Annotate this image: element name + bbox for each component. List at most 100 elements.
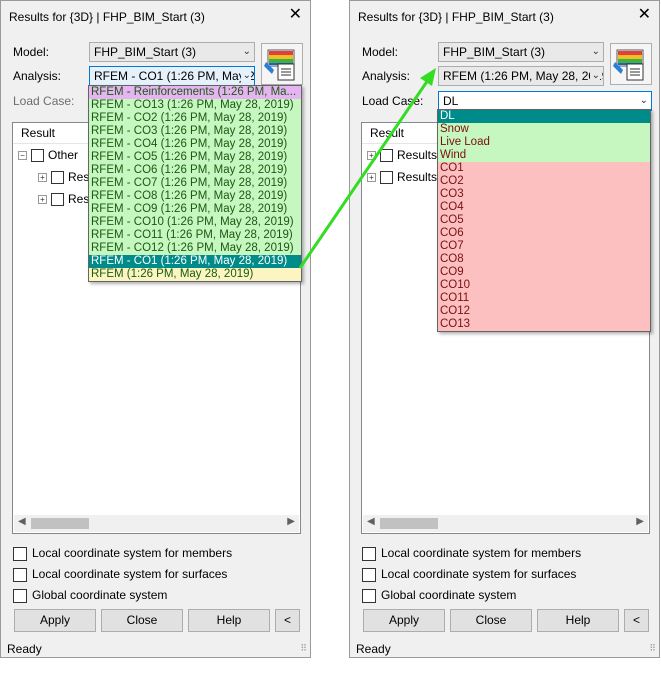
global-checkbox-label: Global coordinate system	[381, 588, 517, 602]
loadcase-option[interactable]: DL	[438, 110, 650, 123]
expand-icon[interactable]: +	[367, 173, 376, 183]
row-checkbox[interactable]	[380, 149, 393, 163]
chevron-down-icon: ⌄	[591, 46, 600, 57]
surfaces-checkbox[interactable]	[362, 567, 376, 582]
scroll-left-icon[interactable]: ◀	[367, 516, 375, 527]
loadcase-option[interactable]: CO11	[438, 292, 650, 305]
close-button[interactable]: Close	[450, 609, 532, 632]
analysis-select[interactable]: RFEM - CO1 (1:26 PM, May 28 ⌄	[89, 66, 255, 86]
loadcase-option[interactable]: CO2	[438, 175, 650, 188]
loadcase-option[interactable]: CO8	[438, 253, 650, 266]
loadcase-option[interactable]: CO4	[438, 201, 650, 214]
members-checkbox[interactable]	[362, 546, 376, 561]
tree-row[interactable]: + Results	[367, 146, 437, 164]
loadcase-option[interactable]: CO13	[438, 318, 650, 331]
analysis-option[interactable]: RFEM - CO13 (1:26 PM, May 28, 2019)	[89, 99, 301, 112]
model-select[interactable]: FHP_BIM_Start (3) ⌄	[89, 42, 255, 62]
tree-row[interactable]: + Results	[367, 168, 437, 186]
close-icon[interactable]: ✕	[289, 5, 302, 25]
analysis-option[interactable]: RFEM - CO2 (1:26 PM, May 28, 2019)	[89, 112, 301, 125]
close-icon[interactable]: ✕	[638, 5, 651, 25]
loadcase-option[interactable]: CO1	[438, 162, 650, 175]
loadcase-option[interactable]: CO3	[438, 188, 650, 201]
scroll-right-icon[interactable]: ▶	[287, 516, 295, 527]
analysis-select[interactable]: RFEM (1:26 PM, May 28, 2019 ⌄	[438, 66, 604, 86]
model-label: Model:	[362, 45, 399, 59]
panel-title: Results for {3D} | FHP_BIM_Start (3)	[9, 10, 205, 24]
row-checkbox[interactable]	[380, 171, 393, 185]
scroll-right-icon[interactable]: ▶	[636, 516, 644, 527]
expand-icon[interactable]: +	[38, 173, 47, 183]
analysis-dropdown-list[interactable]: RFEM - Reinforcements (1:26 PM, Ma... RFE…	[88, 85, 302, 282]
loadcase-label: Load Case:	[13, 94, 75, 108]
results-display-icon	[613, 49, 644, 81]
global-checkbox[interactable]	[362, 588, 376, 603]
surfaces-checkbox[interactable]	[13, 567, 27, 582]
analysis-option[interactable]: RFEM - CO4 (1:26 PM, May 28, 2019)	[89, 138, 301, 151]
surfaces-checkbox-row[interactable]: Local coordinate system for surfaces	[13, 567, 227, 582]
expand-icon[interactable]: +	[38, 195, 47, 205]
row-checkbox[interactable]	[51, 171, 64, 185]
results-display-icon	[264, 49, 295, 81]
back-button[interactable]: <	[624, 609, 649, 632]
analysis-option[interactable]: RFEM - Reinforcements (1:26 PM, Ma...	[89, 86, 301, 99]
analysis-option[interactable]: RFEM - CO7 (1:26 PM, May 28, 2019)	[89, 177, 301, 190]
close-button[interactable]: Close	[101, 609, 183, 632]
horizontal-scrollbar[interactable]: ◀ ▶	[14, 515, 299, 532]
loadcase-option[interactable]: Live Load	[438, 136, 650, 149]
apply-button[interactable]: Apply	[14, 609, 96, 632]
loadcase-dropdown-list[interactable]: DL Snow Live Load Wind CO1 CO2 CO3 CO4 CO5 CO6 CO7…	[437, 109, 651, 332]
back-button[interactable]: <	[275, 609, 300, 632]
members-checkbox[interactable]	[13, 546, 27, 561]
analysis-option[interactable]: RFEM - CO5 (1:26 PM, May 28, 2019)	[89, 151, 301, 164]
loadcase-option[interactable]: CO12	[438, 305, 650, 318]
tree-row[interactable]: + Res	[38, 190, 89, 208]
horizontal-scrollbar[interactable]: ◀ ▶	[363, 515, 648, 532]
loadcase-option[interactable]: CO5	[438, 214, 650, 227]
loadcase-option[interactable]: CO6	[438, 227, 650, 240]
scroll-left-icon[interactable]: ◀	[18, 516, 26, 527]
analysis-option[interactable]: RFEM - CO3 (1:26 PM, May 28, 2019)	[89, 125, 301, 138]
apply-button[interactable]: Apply	[363, 609, 445, 632]
analysis-option[interactable]: RFEM - CO1 (1:26 PM, May 28, 2019)	[89, 255, 301, 268]
global-checkbox-row[interactable]: Global coordinate system	[362, 588, 516, 603]
analysis-option[interactable]: RFEM (1:26 PM, May 28, 2019)	[89, 268, 301, 281]
loadcase-option[interactable]: Snow	[438, 123, 650, 136]
tree-header-label: Result	[370, 126, 405, 140]
analysis-option[interactable]: RFEM - CO10 (1:26 PM, May 28, 2019)	[89, 216, 301, 229]
scroll-thumb[interactable]	[380, 518, 438, 529]
results-tool-button[interactable]	[610, 43, 652, 85]
loadcase-option[interactable]: CO10	[438, 279, 650, 292]
results-tool-button[interactable]	[261, 43, 303, 85]
analysis-option[interactable]: RFEM - CO6 (1:26 PM, May 28, 2019)	[89, 164, 301, 177]
analysis-option[interactable]: RFEM - CO11 (1:26 PM, May 28, 2019)	[89, 229, 301, 242]
members-checkbox-row[interactable]: Local coordinate system for members	[362, 546, 581, 561]
model-value: FHP_BIM_Start (3)	[94, 45, 197, 59]
help-button[interactable]: Help	[537, 609, 619, 632]
members-checkbox-row[interactable]: Local coordinate system for members	[13, 546, 232, 561]
tree-row[interactable]: + Res	[38, 168, 89, 186]
global-checkbox-row[interactable]: Global coordinate system	[13, 588, 167, 603]
analysis-option[interactable]: RFEM - CO9 (1:26 PM, May 28, 2019)	[89, 203, 301, 216]
resize-grip-icon[interactable]: ⠿	[300, 643, 307, 654]
surfaces-checkbox-row[interactable]: Local coordinate system for surfaces	[362, 567, 576, 582]
global-checkbox[interactable]	[13, 588, 27, 603]
chevron-down-icon: ⌄	[639, 95, 648, 106]
loadcase-select[interactable]: DL ⌄	[438, 91, 652, 111]
members-checkbox-label: Local coordinate system for members	[32, 546, 233, 560]
model-select[interactable]: FHP_BIM_Start (3) ⌄	[438, 42, 604, 62]
tree-row[interactable]: − Other	[18, 146, 78, 164]
analysis-option[interactable]: RFEM - CO12 (1:26 PM, May 28, 2019)	[89, 242, 301, 255]
expand-icon[interactable]: +	[367, 151, 376, 161]
status-text: Ready	[356, 642, 391, 656]
loadcase-option[interactable]: Wind	[438, 149, 650, 162]
collapse-icon[interactable]: −	[18, 151, 27, 161]
analysis-option[interactable]: RFEM - CO8 (1:26 PM, May 28, 2019)	[89, 190, 301, 203]
help-button[interactable]: Help	[188, 609, 270, 632]
row-checkbox[interactable]	[51, 193, 64, 207]
scroll-thumb[interactable]	[31, 518, 89, 529]
resize-grip-icon[interactable]: ⠿	[649, 643, 656, 654]
loadcase-option[interactable]: CO9	[438, 266, 650, 279]
row-checkbox[interactable]	[31, 149, 44, 163]
loadcase-option[interactable]: CO7	[438, 240, 650, 253]
